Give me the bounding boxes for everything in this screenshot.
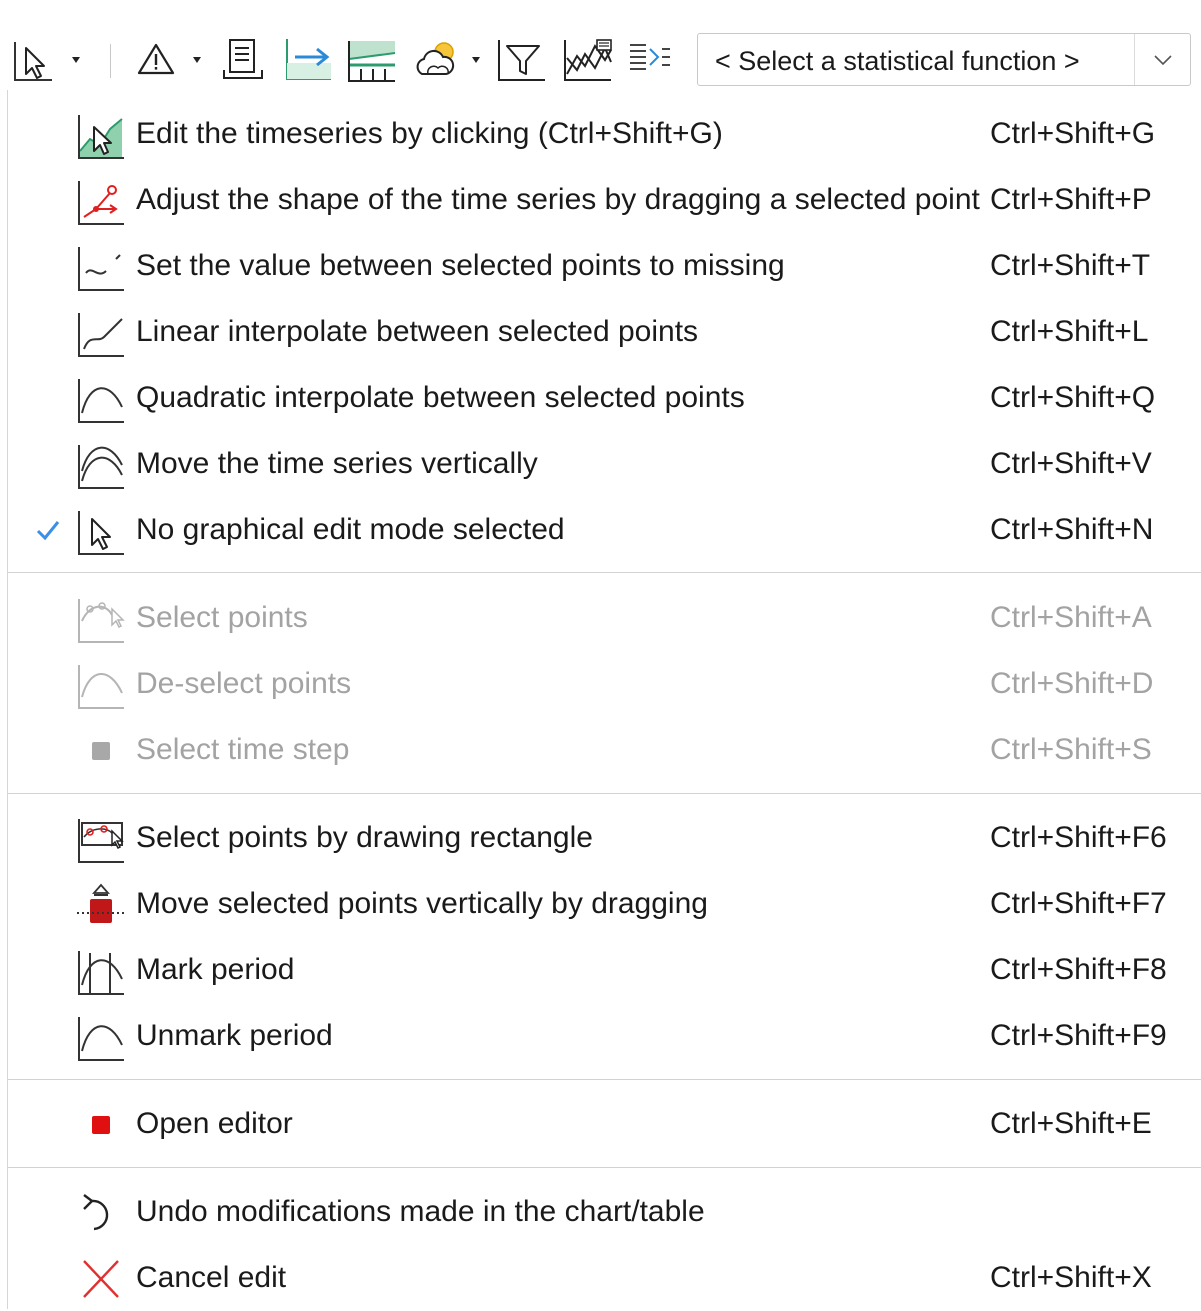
menu-item-move-vertically[interactable]: Move the time series vertically Ctrl+Shi… xyxy=(8,433,1201,497)
cancel-icon xyxy=(83,1260,119,1298)
chevron-down-icon[interactable] xyxy=(193,57,201,63)
menu-item-shortcut: Ctrl+Shift+G xyxy=(990,117,1156,150)
deselect-points-icon xyxy=(78,665,124,709)
menu-item-label: Quadratic interpolate between selected p… xyxy=(136,381,745,414)
menu-item-label: No graphical edit mode selected xyxy=(136,513,565,546)
pointer-icon xyxy=(78,511,124,555)
chevron-down-icon xyxy=(1154,55,1172,66)
menu-item-shortcut: Ctrl+Shift+V xyxy=(990,447,1152,480)
menu-item-deselect-points[interactable]: De-select points Ctrl+Shift+D xyxy=(8,653,1201,717)
menu-item-label: Select time step xyxy=(136,733,350,766)
weather-icon[interactable] xyxy=(412,34,464,84)
menu-item-label: Linear interpolate between selected poin… xyxy=(136,315,699,348)
open-editor-icon xyxy=(92,1116,110,1134)
menu-item-linear-interpolate[interactable]: Linear interpolate between selected poin… xyxy=(8,301,1201,365)
warning-flag-icon[interactable] xyxy=(134,34,178,84)
unmark-period-icon xyxy=(78,1017,124,1061)
toolbar: < Select a statistical function > xyxy=(0,0,1201,90)
undo-icon xyxy=(83,1194,109,1231)
edit-mode-menu: Edit the timeseries by clicking (Ctrl+Sh… xyxy=(7,90,1201,1309)
menu-item-undo[interactable]: Undo modifications made in the chart/tab… xyxy=(8,1181,1201,1245)
import-arrow-icon[interactable] xyxy=(280,34,336,84)
menu-item-shortcut: Ctrl+Shift+L xyxy=(990,315,1149,348)
menu-item-label: Select points xyxy=(136,601,308,634)
chevron-down-icon[interactable] xyxy=(72,57,80,63)
menu-item-mark-period[interactable]: Mark period Ctrl+Shift+F8 xyxy=(8,939,1201,1003)
missing-value-icon xyxy=(78,247,124,291)
filter-icon[interactable] xyxy=(494,34,550,84)
mark-period-icon xyxy=(78,951,124,995)
menu-item-drag-point[interactable]: Adjust the shape of the time series by d… xyxy=(8,169,1201,233)
menu-item-select-points[interactable]: Select points Ctrl+Shift+A xyxy=(8,587,1201,651)
menu-item-label: De-select points xyxy=(136,667,352,700)
edit-click-icon xyxy=(78,115,124,159)
menu-item-shortcut: Ctrl+Shift+F8 xyxy=(990,953,1167,986)
document-icon[interactable] xyxy=(218,34,268,84)
menu-item-shortcut: Ctrl+Shift+D xyxy=(990,667,1154,700)
menu-item-shortcut: Ctrl+Shift+F7 xyxy=(990,887,1167,920)
menu-item-move-selected-points[interactable]: Move selected points vertically by dragg… xyxy=(8,873,1201,937)
select-points-icon xyxy=(78,599,125,643)
menu-item-shortcut: Ctrl+Shift+Q xyxy=(990,381,1156,414)
quadratic-interpolate-icon xyxy=(78,379,124,423)
toolbar-separator xyxy=(110,44,111,78)
menu-item-shortcut: Ctrl+Shift+F9 xyxy=(990,1019,1167,1052)
menu-item-no-edit-mode[interactable]: No graphical edit mode selected Ctrl+Shi… xyxy=(8,499,1201,563)
drag-point-icon xyxy=(78,181,124,225)
menu-item-shortcut: Ctrl+Shift+E xyxy=(990,1107,1152,1140)
menu-item-shortcut: Ctrl+Shift+N xyxy=(990,513,1154,546)
text-align-icon[interactable] xyxy=(624,34,678,84)
menu-item-edit-by-clicking[interactable]: Edit the timeseries by clicking (Ctrl+Sh… xyxy=(8,103,1201,167)
menu-item-set-missing[interactable]: Set the value between selected points to… xyxy=(8,235,1201,299)
menu-item-label: Edit the timeseries by clicking (Ctrl+Sh… xyxy=(136,117,723,150)
checkmark-icon xyxy=(36,521,60,541)
chevron-down-icon[interactable] xyxy=(472,57,480,63)
menu-item-label: Open editor xyxy=(136,1107,293,1140)
statistical-function-select[interactable]: < Select a statistical function > xyxy=(697,33,1191,86)
menu-item-label: Cancel edit xyxy=(136,1261,287,1294)
menu-separator xyxy=(8,793,1201,794)
menu-item-shortcut: Ctrl+Shift+A xyxy=(990,601,1152,634)
menu-item-cancel-edit[interactable]: Cancel edit Ctrl+Shift+X xyxy=(8,1247,1201,1311)
select-dropdown-button[interactable] xyxy=(1134,34,1190,85)
menu-item-shortcut: Ctrl+Shift+X xyxy=(990,1261,1152,1294)
threshold-chart-icon[interactable] xyxy=(344,34,400,84)
menu-item-open-editor[interactable]: Open editor Ctrl+Shift+E xyxy=(8,1093,1201,1157)
menu-item-label: Move the time series vertically xyxy=(136,447,538,480)
menu-item-label: Move selected points vertically by dragg… xyxy=(136,887,708,920)
linear-interpolate-icon xyxy=(78,313,124,357)
menu-item-shortcut: Ctrl+Shift+T xyxy=(990,249,1151,282)
menu-item-shortcut: Ctrl+Shift+P xyxy=(990,183,1152,216)
menu-item-unmark-period[interactable]: Unmark period Ctrl+Shift+F9 xyxy=(8,1005,1201,1069)
menu-separator xyxy=(8,1167,1201,1168)
menu-item-select-time-step[interactable]: Select time step Ctrl+Shift+S xyxy=(8,719,1201,783)
move-vertical-icon xyxy=(78,445,124,489)
rectangle-select-icon xyxy=(78,819,124,863)
menu-item-rectangle-select[interactable]: Select points by drawing rectangle Ctrl+… xyxy=(8,807,1201,871)
menu-separator xyxy=(8,572,1201,573)
move-points-icon xyxy=(76,883,126,923)
select-value: < Select a statistical function > xyxy=(715,46,1080,76)
time-step-icon xyxy=(92,742,110,760)
menu-item-label: Adjust the shape of the time series by d… xyxy=(136,183,980,216)
menu-separator xyxy=(8,1079,1201,1080)
menu-item-shortcut: Ctrl+Shift+F6 xyxy=(990,821,1167,854)
menu-item-label: Select points by drawing rectangle xyxy=(136,821,593,854)
pointer-mode-icon[interactable] xyxy=(8,34,60,84)
menu-item-label: Unmark period xyxy=(136,1019,333,1052)
series-overlay-icon[interactable] xyxy=(560,34,616,84)
menu-item-shortcut: Ctrl+Shift+S xyxy=(990,733,1152,766)
menu-item-quadratic-interpolate[interactable]: Quadratic interpolate between selected p… xyxy=(8,367,1201,431)
menu-item-label: Mark period xyxy=(136,953,295,986)
menu-item-label: Set the value between selected points to… xyxy=(136,249,785,282)
menu-item-label: Undo modifications made in the chart/tab… xyxy=(136,1195,705,1228)
